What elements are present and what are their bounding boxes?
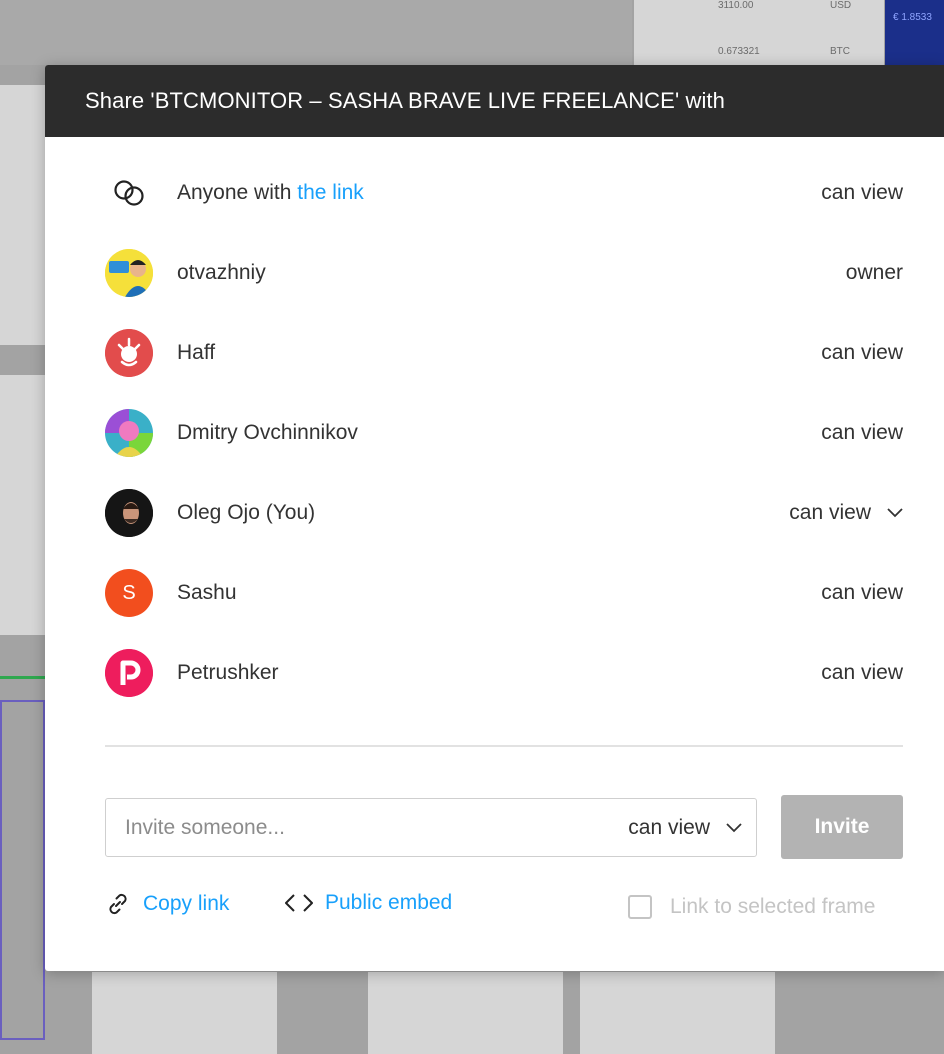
share-list: Anyone with the link can view otvazhniy [105, 153, 903, 713]
bg-value-text: 3110.00 [718, 0, 754, 11]
copy-link-button[interactable]: Copy link [105, 891, 229, 917]
link-permission[interactable]: can view [821, 181, 903, 205]
canvas-green-bar [0, 676, 45, 679]
canvas-frame [580, 972, 775, 1054]
divider [105, 745, 903, 747]
canvas-frame [0, 375, 45, 635]
code-brackets-icon [285, 893, 313, 913]
dialog-title: Share 'BTCMONITOR – SASHA BRAVE LIVE FRE… [45, 65, 944, 137]
collaborator-permission: can view [821, 661, 903, 684]
public-embed-label: Public embed [325, 891, 453, 914]
invite-permission-label: can view [628, 815, 710, 839]
bg-currency-text: USD [830, 0, 852, 11]
link-to-frame-option[interactable]: Link to selected frame [628, 895, 875, 919]
user-photo-icon [105, 489, 153, 537]
collaborator-row: Haff can view [105, 313, 903, 393]
collaborator-permission: can view [821, 581, 903, 604]
public-embed-button[interactable]: Public embed [285, 891, 452, 915]
collaborator-permission: can view [821, 341, 903, 364]
collaborator-row: Petrushker can view [105, 633, 903, 713]
link-icon [105, 891, 131, 917]
copy-link-label: Copy link [143, 892, 230, 915]
user-photo-icon [105, 409, 153, 457]
link-access-label: Anyone with the link [177, 181, 821, 205]
haff-logo-icon [105, 329, 153, 377]
avatar [105, 409, 153, 457]
invite-button[interactable]: Invite [781, 795, 903, 859]
bg-price-text: € 1.8533 [893, 12, 932, 23]
canvas-frame [92, 972, 277, 1054]
avatar-letter: S [122, 581, 136, 604]
avatar [105, 249, 153, 297]
collaborator-name: Petrushker [177, 661, 279, 684]
link-settings-link[interactable]: the link [297, 181, 364, 204]
link-access-row: Anyone with the link can view [105, 153, 903, 233]
user-photo-icon [105, 249, 153, 297]
collaborator-permission: can view [789, 501, 871, 524]
canvas-frame [368, 972, 563, 1054]
link-chain-icon [105, 169, 153, 217]
share-dialog: Share 'BTCMONITOR – SASHA BRAVE LIVE FRE… [45, 65, 944, 971]
collaborator-permission: owner [845, 261, 903, 284]
chevron-down-icon [887, 508, 903, 518]
canvas-frame [0, 85, 45, 345]
canvas-area [0, 0, 632, 65]
invite-input[interactable]: Invite someone... [125, 816, 628, 840]
link-access-prefix: Anyone with [177, 181, 298, 204]
canvas-chart-panel: € 1.8533 [885, 0, 944, 65]
bg-currency-text: BTC [830, 46, 850, 57]
collaborator-name: Oleg Ojo (You) [177, 501, 316, 524]
link-to-frame-label: Link to selected frame [670, 895, 876, 918]
collaborator-name: Sashu [177, 581, 237, 604]
canvas-selection-outline [0, 700, 45, 1040]
collaborator-name: Haff [177, 341, 216, 364]
avatar [105, 649, 153, 697]
avatar: S [105, 569, 153, 617]
permission-dropdown[interactable]: can view [789, 501, 903, 525]
collaborator-name: Dmitry Ovchinnikov [177, 421, 358, 444]
collaborator-row: Oleg Ojo (You) can view [105, 473, 903, 553]
avatar [105, 489, 153, 537]
collaborator-row: otvazhniy owner [105, 233, 903, 313]
chevron-down-icon [726, 822, 742, 833]
avatar [105, 329, 153, 377]
link-to-frame-checkbox[interactable] [628, 895, 652, 919]
collaborator-row: S Sashu can view [105, 553, 903, 633]
collaborator-row: Dmitry Ovchinnikov can view [105, 393, 903, 473]
invite-permission-dropdown[interactable]: can view [628, 816, 742, 840]
collaborator-permission: can view [821, 421, 903, 444]
bg-value-text: 0.673321 [718, 46, 760, 57]
petrushker-logo-icon [105, 649, 153, 697]
invite-field[interactable]: Invite someone... can view [105, 798, 757, 857]
collaborator-name: otvazhniy [177, 261, 266, 284]
